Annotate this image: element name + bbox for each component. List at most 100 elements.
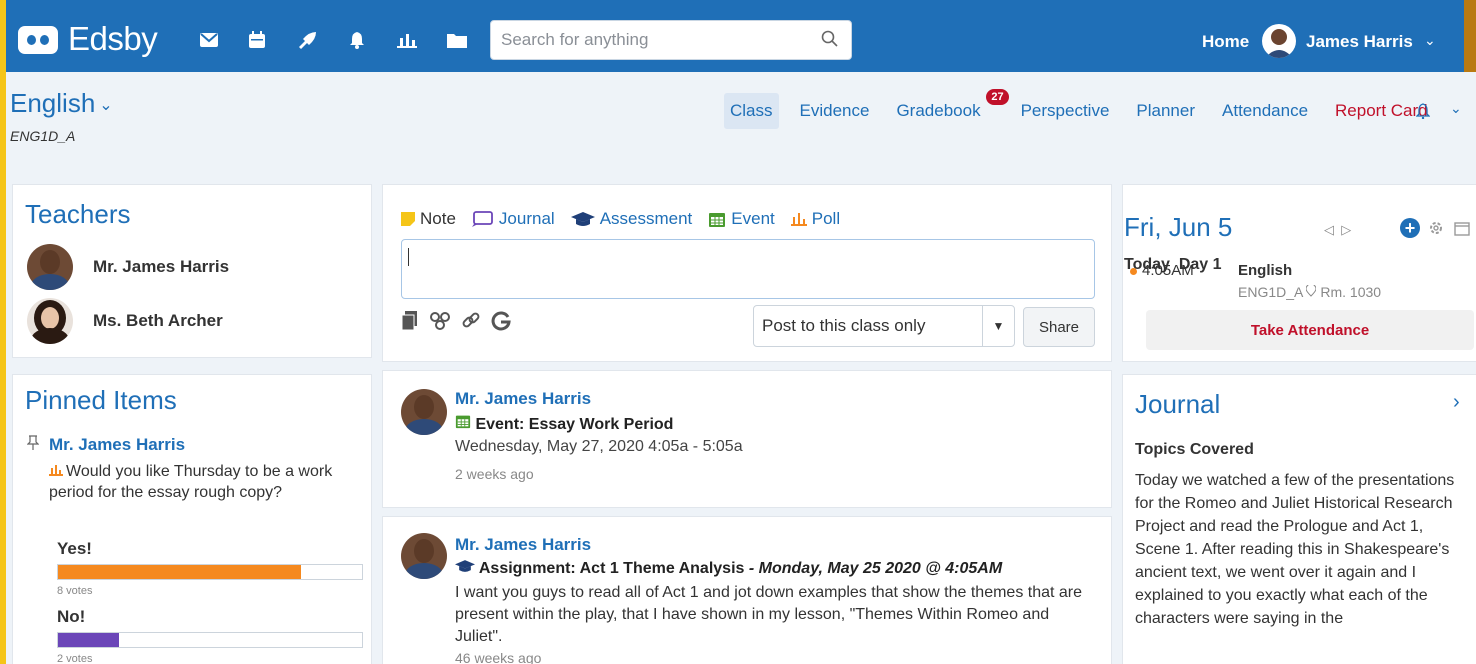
teacher-name: Mr. James Harris — [93, 257, 230, 276]
edsby-logo-icon[interactable] — [18, 26, 58, 54]
bell-icon[interactable] — [346, 30, 368, 50]
calendar-nav-icon[interactable]: ◁ ▷ — [1324, 222, 1351, 238]
user-name[interactable]: James Harris — [1306, 32, 1413, 52]
feed-item-assignment: Mr. James Harris Assignment: Act 1 Theme… — [382, 516, 1112, 664]
tab-attendance[interactable]: Attendance — [1216, 93, 1314, 129]
tab-gradebook-label: Gradebook — [896, 101, 981, 120]
teacher-avatar — [27, 298, 73, 344]
feed-title[interactable]: Event: Essay Work Period — [455, 413, 743, 434]
feed-title-text: Event: Essay Work Period — [475, 416, 674, 433]
rocket-icon[interactable] — [296, 30, 318, 50]
link-icon[interactable] — [461, 311, 481, 336]
dropbox-icon[interactable] — [429, 311, 451, 336]
home-link[interactable]: Home — [1202, 32, 1249, 52]
post-type-label: Note — [420, 209, 456, 228]
teacher-row[interactable]: Mr. James Harris — [27, 243, 229, 291]
pinned-title: Pinned Items — [25, 385, 177, 415]
post-audience-select[interactable]: Post to this class only ▼ — [753, 305, 1015, 347]
post-type-poll[interactable]: Poll — [790, 209, 841, 229]
tab-evidence[interactable]: Evidence — [794, 93, 876, 129]
tab-planner[interactable]: Planner — [1130, 93, 1201, 129]
post-type-label: Journal — [498, 209, 555, 228]
teachers-title: Teachers — [25, 199, 131, 229]
app-name[interactable]: Edsby — [68, 20, 158, 58]
decorative-corner — [1464, 0, 1476, 72]
event-calendar-icon — [709, 213, 726, 227]
author-avatar — [401, 533, 447, 579]
share-button[interactable]: Share — [1023, 307, 1095, 347]
take-attendance-button[interactable]: Take Attendance — [1146, 310, 1474, 350]
post-audience-value: Post to this class only — [762, 316, 926, 335]
pinned-author[interactable]: Mr. James Harris — [49, 435, 185, 455]
feed-due-date: - Monday, May 25 2020 @ 4:05AM — [744, 560, 1003, 577]
class-title[interactable]: English ⌄ — [10, 88, 113, 119]
search-box[interactable] — [490, 20, 852, 60]
post-type-tabs: Note Journal Assessment Event Poll — [401, 209, 856, 229]
search-input[interactable] — [501, 29, 801, 51]
pinned-poll-question: Would you like Thursday to be a work per… — [49, 461, 349, 503]
poll-bar-fill — [58, 633, 119, 647]
user-menu-chevron-icon[interactable]: ⌄ — [1424, 32, 1436, 49]
post-type-note[interactable]: Note — [401, 209, 456, 229]
attach-file-icon[interactable] — [401, 311, 419, 336]
user-avatar[interactable] — [1262, 24, 1296, 58]
poll-option-no[interactable]: No! 2 votes — [57, 607, 363, 664]
author-avatar — [401, 389, 447, 435]
calendar-date: Fri, Jun 5 — [1124, 212, 1233, 242]
edsby-window: Edsby Home James Harris ⌄ — [6, 0, 1476, 664]
feed-date: Wednesday, May 27, 2020 4:05a - 5:05a — [455, 438, 743, 455]
tab-class[interactable]: Class — [724, 93, 779, 129]
search-icon[interactable] — [821, 30, 839, 53]
post-type-label: Poll — [811, 209, 841, 228]
teachers-card: Teachers Mr. James Harris Ms. Beth Arche… — [12, 184, 372, 358]
post-tools — [401, 311, 511, 336]
post-text-input[interactable] — [401, 239, 1095, 299]
feed-timestamp: 46 weeks ago — [455, 650, 542, 664]
folder-icon[interactable] — [446, 30, 468, 50]
top-nav-bar: Edsby Home James Harris ⌄ — [6, 0, 1476, 72]
note-icon — [401, 212, 415, 226]
feed-timestamp: 2 weeks ago — [455, 466, 534, 482]
teacher-name: Ms. Beth Archer — [93, 311, 223, 330]
post-type-event[interactable]: Event — [708, 209, 775, 229]
journal-icon — [471, 211, 493, 227]
teacher-avatar — [27, 244, 73, 290]
post-composer: Note Journal Assessment Event Poll Post … — [382, 184, 1112, 362]
tab-gradebook[interactable]: Gradebook 27 — [890, 89, 1009, 129]
journal-title[interactable]: Journal — [1135, 389, 1220, 420]
poll-option-label: No! — [57, 607, 86, 626]
mail-icon[interactable] — [198, 30, 220, 50]
class-code: ENG1D_A — [10, 128, 76, 144]
journal-card: Journal › Topics Covered Today we watche… — [1122, 374, 1476, 664]
poll-votes: 2 votes — [57, 653, 93, 664]
post-type-journal[interactable]: Journal — [471, 209, 555, 229]
feed-author[interactable]: Mr. James Harris — [455, 389, 743, 409]
event-code: ENG1D_A — [1238, 284, 1303, 300]
event-dot — [1130, 268, 1137, 275]
chevron-down-icon: ▼ — [982, 306, 1014, 346]
journal-text: Today we watched a few of the presentati… — [1135, 472, 1455, 627]
chevron-right-icon[interactable]: › — [1453, 391, 1460, 414]
teacher-row[interactable]: Ms. Beth Archer — [27, 297, 223, 345]
poll-icon — [49, 465, 63, 476]
calendar-view-icon[interactable] — [1454, 220, 1470, 241]
post-type-label: Assessment — [599, 209, 693, 228]
calendar-icon[interactable] — [246, 30, 268, 50]
chart-icon[interactable] — [396, 30, 418, 50]
feed-body: I want you guys to read all of Act 1 and… — [455, 584, 1083, 645]
class-bell-icon[interactable] — [1415, 103, 1431, 124]
google-icon[interactable] — [491, 311, 511, 336]
event-title[interactable]: English — [1238, 262, 1292, 279]
add-event-icon[interactable]: + — [1400, 218, 1420, 238]
poll-option-yes[interactable]: Yes! 8 votes — [57, 539, 363, 597]
post-type-assessment[interactable]: Assessment — [570, 209, 693, 229]
gear-icon[interactable] — [1428, 220, 1444, 241]
tab-perspective[interactable]: Perspective — [1015, 93, 1116, 129]
chevron-down-icon: ⌄ — [99, 97, 113, 115]
post-type-label: Event — [731, 209, 775, 228]
poll-bar-fill — [58, 565, 302, 579]
feed-author[interactable]: Mr. James Harris — [455, 535, 1095, 555]
event-room: Rm. 1030 — [1320, 284, 1382, 300]
feed-title[interactable]: Assignment: Act 1 Theme Analysis - Monda… — [455, 559, 1095, 578]
more-tabs-chevron-icon[interactable]: ⌄ — [1450, 100, 1462, 117]
